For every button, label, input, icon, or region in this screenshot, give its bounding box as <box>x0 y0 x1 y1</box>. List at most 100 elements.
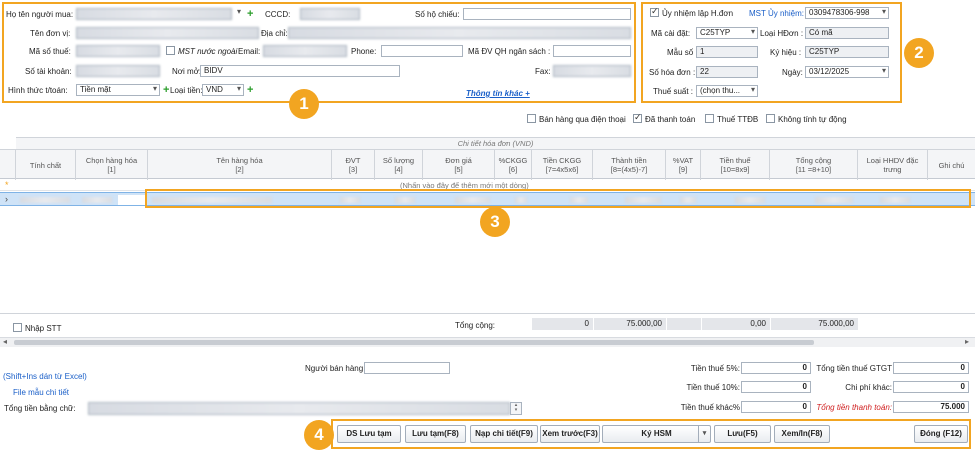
row-cell-nature <box>20 197 70 203</box>
tax10-input[interactable]: 0 <box>741 381 811 393</box>
install-code-select[interactable]: C25TYP <box>696 27 758 39</box>
payment-label: Hình thức t/toán: <box>8 86 68 95</box>
col-choose-goods[interactable]: Chọn hàng hóa [1] <box>76 150 148 180</box>
template-file-link[interactable]: File mẫu chi tiết <box>13 388 69 397</box>
total-amount: 75.000,00 <box>594 318 666 330</box>
authorize-tax-value: 0309478306-998 <box>809 8 870 17</box>
col-goods-name[interactable]: Tên hàng hóa [2] <box>148 150 332 180</box>
passport-input[interactable] <box>463 8 631 20</box>
total-discount: 0 <box>532 318 593 330</box>
add-payment-icon[interactable]: + <box>163 85 169 96</box>
col-nature[interactable]: Tính chất <box>16 150 76 180</box>
seller-input[interactable] <box>364 362 450 374</box>
budget-unit-input[interactable] <box>553 45 631 57</box>
col-tax-amt[interactable]: Tiền thuế [10=8x9] <box>701 150 770 180</box>
bank-input[interactable]: BIDV <box>200 65 400 77</box>
phone-sale-checkbox[interactable] <box>527 114 536 123</box>
email-input[interactable] <box>263 45 347 57</box>
total-vat-input: 0 <box>893 362 969 374</box>
row-marker-icon: › <box>5 194 8 204</box>
tax-rate-select[interactable]: (chọn thu... <box>696 85 758 97</box>
cccd-input[interactable] <box>300 8 360 20</box>
tax-code-input[interactable] <box>76 45 160 57</box>
close-button[interactable]: Đóng (F12) <box>914 425 968 443</box>
phone-label: Phone: <box>351 47 377 56</box>
col-vat-pct[interactable]: %VAT [9] <box>666 150 701 180</box>
horizontal-scrollbar[interactable]: ◂ ▸ <box>0 337 975 347</box>
scroll-right-icon[interactable]: ▸ <box>965 337 969 346</box>
seller-label: Người bán hàng: <box>305 364 366 373</box>
install-code-value: C25TYP <box>700 28 731 37</box>
row-cell-goods-select[interactable] <box>118 195 146 205</box>
add-currency-icon[interactable]: + <box>247 85 253 96</box>
save-button[interactable]: Lưu(F5) <box>714 425 771 443</box>
address-input[interactable] <box>288 27 631 39</box>
badge-3: 3 <box>480 207 510 237</box>
other-cost-input[interactable]: 0 <box>893 381 969 393</box>
draft-list-button[interactable]: DS Lưu tạm <box>337 425 401 443</box>
foreign-tax-label: MST nước ngoài <box>178 47 238 56</box>
fax-input[interactable] <box>553 65 631 77</box>
words-spin-buttons[interactable]: ▴ ▾ <box>510 402 522 415</box>
date-picker[interactable]: 03/12/2025 <box>805 66 889 78</box>
chevron-down-icon[interactable]: ▾ <box>698 426 710 442</box>
load-detail-button[interactable]: Nạp chi tiết(F9) <box>470 425 538 443</box>
template-input: 1 <box>696 46 758 58</box>
col-discount-pct[interactable]: %CKGG [6] <box>495 150 532 180</box>
seq-label: Nhập STT <box>25 324 62 333</box>
badge-4: 4 <box>304 420 334 450</box>
currency-label: Loại tiền: <box>170 86 203 95</box>
phone-input[interactable] <box>381 45 463 57</box>
tax10-label: Tiền thuế 10%: <box>686 383 740 392</box>
account-label: Số tài khoản: <box>25 67 72 76</box>
currency-select[interactable]: VND <box>202 84 244 96</box>
address-label: Địa chỉ: <box>261 29 288 38</box>
tax-other-label: Tiền thuế khác% <box>680 403 740 412</box>
unit-name-input[interactable] <box>76 27 259 39</box>
invoice-type-input: Có mã <box>805 27 889 39</box>
total-label: Tổng cộng: <box>455 321 496 330</box>
sign-hsm-button[interactable]: Ký HSM ▾ <box>602 425 711 443</box>
grand-total-input: 75.000 <box>893 401 969 413</box>
add-buyer-icon[interactable]: + <box>247 9 253 20</box>
paid-checkbox[interactable] <box>633 112 642 123</box>
col-amount[interactable]: Thành tiền [8=(4x5)-7] <box>593 150 666 180</box>
sign-hsm-label: Ký HSM <box>641 429 672 438</box>
buyer-name-input[interactable] <box>76 8 232 20</box>
payment-select[interactable]: Tiền mặt <box>76 84 160 96</box>
authorize-tax-select[interactable]: 0309478306-998 <box>805 7 889 19</box>
scroll-thumb[interactable] <box>14 340 814 345</box>
foreign-tax-checkbox[interactable] <box>166 46 175 55</box>
col-discount-amt[interactable]: Tiền CKGG [7=4x5x6] <box>532 150 593 180</box>
authorize-checkbox[interactable] <box>650 6 659 17</box>
email-label: Email: <box>238 47 261 56</box>
tax-other-input[interactable]: 0 <box>741 401 811 413</box>
total-vat-label: Tổng tiền thuế GTGT <box>816 364 892 373</box>
view-print-button[interactable]: Xem/In(F8) <box>774 425 830 443</box>
template-label: Mẫu số : <box>667 48 698 57</box>
more-info-link[interactable]: Thông tin khác + <box>466 89 530 98</box>
no-auto-calc-checkbox[interactable] <box>766 114 775 123</box>
col-quantity[interactable]: Số lượng [4] <box>375 150 423 180</box>
col-unit-price[interactable]: Đơn giá [5] <box>423 150 495 180</box>
buyer-name-dropdown[interactable] <box>233 7 243 20</box>
col-goods-type[interactable]: Loại HHDV đặc trưng <box>858 150 928 180</box>
total-vat-pct <box>667 318 701 330</box>
save-draft-button[interactable]: Lưu tạm(F8) <box>405 425 466 443</box>
seq-checkbox[interactable] <box>13 323 22 332</box>
tax5-input[interactable]: 0 <box>741 362 811 374</box>
paid-label: Đã thanh toán <box>645 115 696 124</box>
account-input[interactable] <box>76 65 160 77</box>
new-row-marker: * <box>5 180 9 190</box>
tax-rate-value: (chọn thu... <box>700 86 741 95</box>
scroll-left-icon[interactable]: ◂ <box>3 337 7 346</box>
bank-label: Nơi mở: <box>172 67 202 76</box>
paste-hint: (Shift+Ins dán từ Excel) <box>3 372 87 381</box>
col-total[interactable]: Tổng cộng [11 =8+10] <box>770 150 858 180</box>
special-tax-checkbox[interactable] <box>705 114 714 123</box>
preview-button[interactable]: Xem trước(F3) <box>540 425 600 443</box>
col-unit[interactable]: ĐVT [3] <box>332 150 375 180</box>
install-code-label: Mã cài đặt: <box>651 29 691 38</box>
phone-sale-label: Bán hàng qua điện thoại <box>539 115 626 124</box>
col-note[interactable]: Ghi chú <box>928 150 975 180</box>
